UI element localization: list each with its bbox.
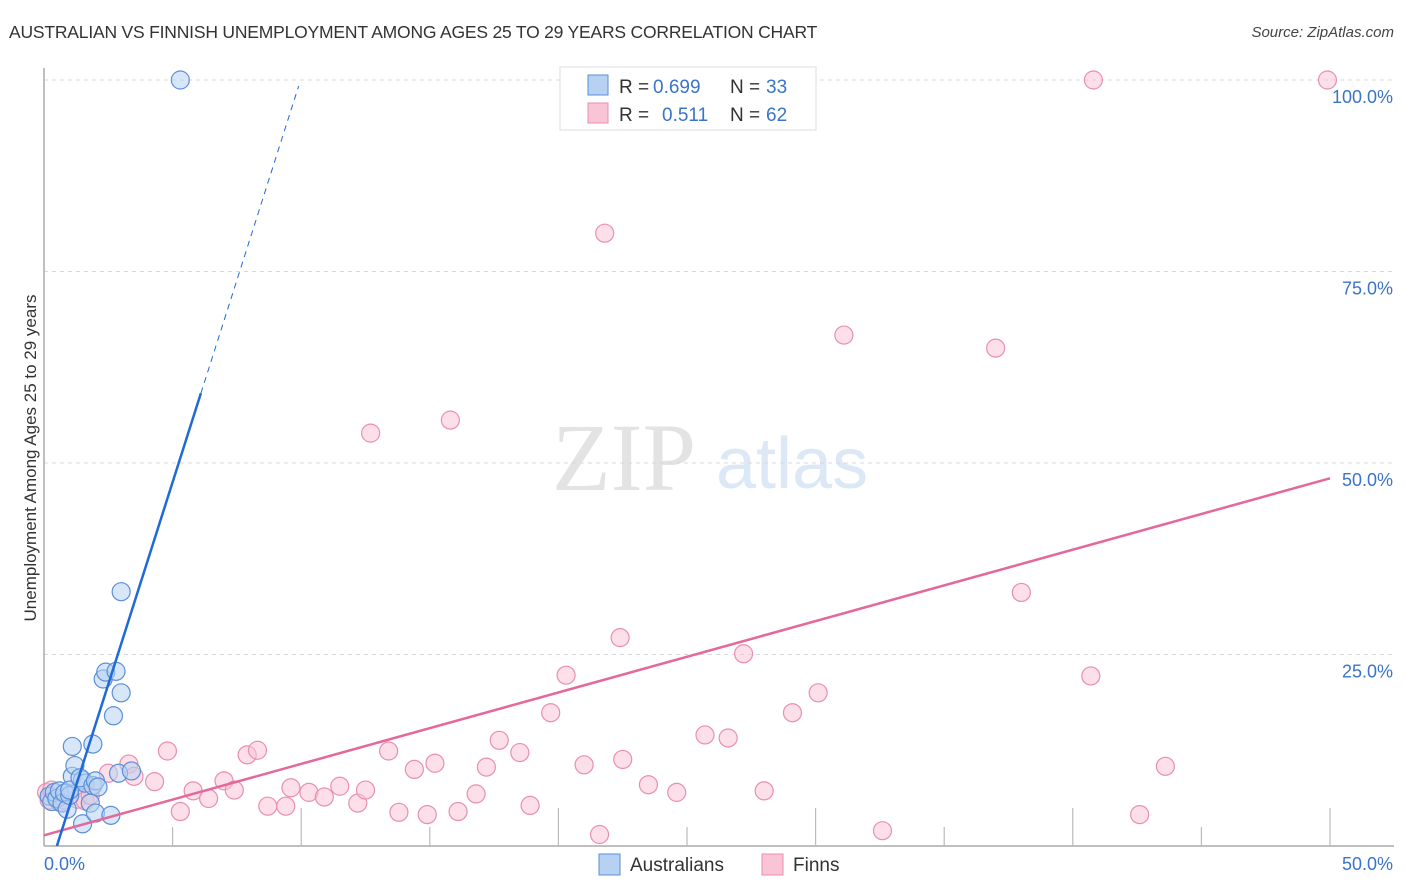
finns-point [574, 755, 594, 775]
australians-point [170, 70, 190, 90]
finns-point [556, 665, 576, 685]
australians-point [62, 736, 82, 757]
finns-point [355, 780, 376, 800]
finns-point [1011, 582, 1031, 603]
finns-point [1081, 666, 1101, 686]
finns-point [718, 728, 738, 748]
australians-point [121, 761, 142, 781]
finns-point [695, 725, 715, 745]
australians-point [111, 582, 131, 602]
watermark-zip: ZIP [552, 404, 696, 511]
australians-r-label: R = [619, 77, 649, 98]
finns-point [144, 772, 165, 792]
finns-r-value: 0.511 [662, 105, 708, 126]
legend-australians-swatch[interactable] [598, 853, 621, 876]
finns-point [595, 223, 615, 243]
finns-n-value: 62 [766, 105, 787, 126]
finns-point [448, 801, 468, 822]
y-tick-label: 25.0% [1342, 662, 1393, 682]
finns-point [613, 749, 633, 770]
australians-n-label: N = [730, 77, 760, 98]
finns-point [986, 338, 1006, 358]
y-tick-label: 50.0% [1342, 470, 1393, 490]
y-tick-labels: 25.0% 50.0% 75.0% 100.0% [1332, 87, 1393, 682]
finns-point [1317, 70, 1338, 90]
australians-point [88, 777, 108, 797]
finns-point [1083, 70, 1103, 90]
finns-point [404, 759, 424, 780]
finns-n-label: N = [730, 105, 760, 126]
finns-point [170, 801, 190, 822]
finns-point [667, 782, 687, 802]
legend-finns-label[interactable]: Finns [793, 855, 839, 876]
finns-point [1155, 756, 1175, 776]
y-axis-label: Unemployment Among Ages 25 to 29 years [21, 295, 40, 622]
australians-r-value: 0.699 [653, 77, 701, 98]
finns-point [417, 804, 437, 825]
finns-point [520, 795, 540, 816]
australians-swatch [587, 74, 609, 96]
legend-finns-swatch[interactable] [761, 853, 784, 876]
finns-point [276, 796, 296, 816]
finns-trendline [43, 477, 1331, 837]
finns-point [314, 787, 334, 807]
x-tick-label: 50.0% [1342, 854, 1393, 874]
finns-point [258, 796, 278, 816]
watermark: ZIP atlas [552, 404, 868, 511]
finns-point [733, 644, 754, 664]
watermark-atlas: atlas [716, 424, 868, 504]
finns-swatch [587, 102, 609, 124]
finns-point [610, 628, 630, 648]
australians-n-value: 33 [766, 77, 787, 98]
finns-point [834, 325, 854, 345]
gridlines [44, 79, 1392, 655]
finns-point [808, 683, 828, 703]
x-tick-label: 0.0% [44, 854, 85, 874]
y-tick-label: 75.0% [1342, 279, 1393, 299]
finns-point [638, 775, 659, 795]
finns-point [466, 784, 486, 804]
finns-point [510, 742, 530, 763]
scatter-chart: ZIP atlas 25.0% 50.0% 75.0% 100.0% 0.0% 50.0… [21, 66, 1394, 876]
finns-point [389, 802, 409, 822]
series-legend: Australians Finns [598, 853, 839, 876]
finns-r-label: R = [619, 105, 649, 126]
finns-point [361, 423, 381, 443]
australians-point [111, 683, 131, 703]
finns-point [281, 778, 301, 798]
australians-points [39, 70, 190, 834]
finns-point [589, 824, 610, 845]
finns-point [541, 703, 561, 723]
finns-point [247, 740, 268, 760]
stats-legend: R = 0.699 N = 33 R = 0.511 N = 62 [559, 66, 817, 131]
finns-point [782, 703, 803, 723]
y-tick-label: 100.0% [1332, 87, 1393, 107]
finns-point [754, 781, 774, 801]
finns-point [440, 410, 460, 430]
finns-point [476, 757, 496, 777]
finns-point [379, 741, 399, 761]
australians-point [103, 706, 124, 726]
australians-trendline-extrapolation [200, 85, 300, 394]
finns-point [425, 753, 445, 773]
finns-point [489, 730, 509, 750]
finns-point [157, 741, 178, 761]
finns-point [1130, 804, 1150, 825]
finns-point [330, 776, 350, 796]
finns-point [872, 821, 893, 841]
legend-australians-label[interactable]: Australians [630, 855, 724, 876]
